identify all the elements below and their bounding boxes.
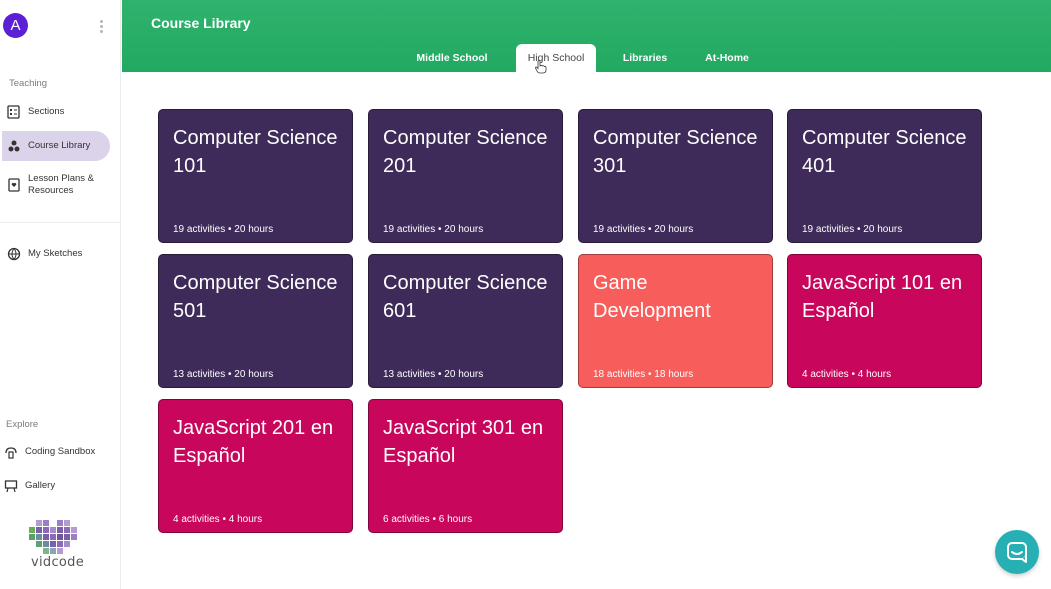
course-card[interactable]: Computer Science 101 19 activities • 20 … [158, 109, 353, 243]
course-meta: 6 activities • 6 hours [383, 514, 473, 525]
logo-text: vidcode [31, 555, 85, 570]
course-meta: 18 activities • 18 hours [593, 369, 694, 380]
sandbox-icon [4, 445, 18, 459]
chat-icon [1007, 542, 1027, 563]
course-card[interactable]: Computer Science 401 19 activities • 20 … [787, 109, 982, 243]
tab-high-school[interactable]: High School [516, 44, 596, 72]
explore-section-label: Explore [6, 419, 39, 430]
sidebar-item-label: Gallery [25, 480, 56, 491]
course-library-icon [7, 139, 21, 153]
course-title: JavaScript 301 en Español [383, 417, 544, 467]
course-card[interactable]: JavaScript 201 en Español 4 activities •… [158, 399, 353, 533]
course-card[interactable]: JavaScript 301 en Español 6 activities •… [368, 399, 563, 533]
course-card[interactable]: JavaScript 101 en Español 4 activities •… [787, 254, 982, 388]
sections-icon [7, 105, 21, 119]
course-title: Computer Science 301 [593, 127, 758, 177]
sidebar-item-coding-sandbox[interactable]: Coding Sandbox [0, 442, 108, 462]
course-card[interactable]: Computer Science 501 13 activities • 20 … [158, 254, 353, 388]
sidebar-item-label: Course Library [28, 140, 91, 151]
sidebar-item-my-sketches[interactable]: My Sketches [2, 244, 110, 264]
sidebar-item-label: Coding Sandbox [25, 446, 96, 457]
course-meta: 4 activities • 4 hours [173, 514, 263, 525]
course-title: Computer Science 501 [173, 272, 338, 322]
course-title: JavaScript 201 en Español [173, 417, 334, 467]
sidebar-item-label: My Sketches [28, 248, 83, 259]
course-meta: 13 activities • 20 hours [383, 369, 484, 380]
vidcode-heart-logo [29, 520, 77, 554]
tab-middle-school[interactable]: Middle School [407, 44, 497, 72]
header: Course Library Middle School High School… [122, 0, 1051, 72]
lesson-plan-icon [7, 178, 21, 192]
course-title: Computer Science 101 [173, 127, 338, 177]
course-card[interactable]: Game Development 18 activities • 18 hour… [578, 254, 773, 388]
sidebar-divider [0, 222, 121, 223]
course-title: Computer Science 201 [383, 127, 548, 177]
globe-icon [7, 247, 21, 261]
course-card[interactable]: Computer Science 601 13 activities • 20 … [368, 254, 563, 388]
avatar[interactable]: A [3, 13, 28, 38]
course-card[interactable]: Computer Science 301 19 activities • 20 … [578, 109, 773, 243]
course-meta: 13 activities • 20 hours [173, 369, 274, 380]
sidebar-item-label: Sections [28, 106, 65, 117]
hand-cursor-icon [535, 60, 547, 74]
sidebar-item-sections[interactable]: Sections [2, 102, 110, 122]
course-meta: 4 activities • 4 hours [802, 369, 892, 380]
course-title: Computer Science 601 [383, 272, 548, 322]
sidebar-item-lesson-plans[interactable]: Lesson Plans & Resources [2, 171, 110, 199]
teaching-section-label: Teaching [9, 78, 48, 89]
sidebar-item-course-library[interactable]: Course Library [2, 131, 110, 161]
sidebar: A Teaching Sections Course Library Lesso… [0, 0, 121, 589]
easel-icon [4, 479, 18, 493]
course-title: Computer Science 401 [802, 127, 967, 177]
course-meta: 19 activities • 20 hours [383, 224, 484, 235]
chat-button[interactable] [995, 530, 1039, 574]
sidebar-item-label: Lesson Plans & Resources [28, 173, 95, 196]
sidebar-item-gallery[interactable]: Gallery [0, 476, 108, 496]
course-meta: 19 activities • 20 hours [593, 224, 694, 235]
course-card[interactable]: Computer Science 201 19 activities • 20 … [368, 109, 563, 243]
tab-libraries[interactable]: Libraries [613, 44, 677, 72]
course-meta: 19 activities • 20 hours [802, 224, 903, 235]
course-title: JavaScript 101 en Español [802, 272, 963, 322]
course-title: Game Development [593, 272, 711, 322]
course-meta: 19 activities • 20 hours [173, 224, 274, 235]
tab-at-home[interactable]: At-Home [695, 44, 759, 72]
more-options-icon[interactable] [100, 20, 104, 35]
page-title: Course Library [151, 15, 251, 31]
